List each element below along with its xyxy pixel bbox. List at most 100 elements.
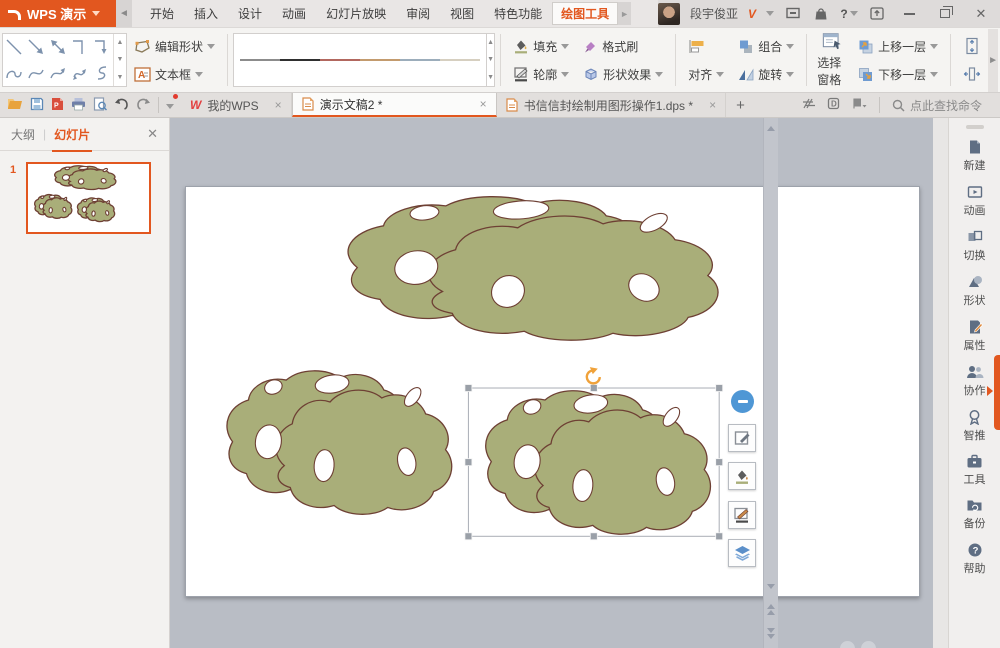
tab-special-features[interactable]: 特色功能 xyxy=(484,0,552,27)
customize-qat-chevron[interactable] xyxy=(166,98,174,112)
sidebar-item-collaborate[interactable]: 协作 xyxy=(949,358,1000,403)
tab-my-wps[interactable]: W 我的WPS × xyxy=(181,93,292,117)
skin-icon[interactable]: D xyxy=(827,97,840,113)
open-file-icon[interactable] xyxy=(7,97,23,113)
find-command-search[interactable]: 点此查找命令 xyxy=(892,97,992,114)
previous-slide-button[interactable] xyxy=(764,601,778,617)
line-style-swatch[interactable] xyxy=(360,59,400,61)
slide-editor-canvas[interactable] xyxy=(170,118,933,648)
scroll-down-button[interactable] xyxy=(764,578,778,594)
export-pdf-icon[interactable]: P xyxy=(51,97,64,114)
tab-insert[interactable]: 插入 xyxy=(184,0,228,27)
tab-drawing-tools[interactable]: 绘图工具 xyxy=(552,2,618,25)
align-icon-button[interactable] xyxy=(685,35,727,58)
user-avatar[interactable] xyxy=(658,3,680,25)
tab-view[interactable]: 视图 xyxy=(440,0,484,27)
sidebar-item-help[interactable]: ? 帮助 xyxy=(949,536,1000,581)
workspace-icon[interactable] xyxy=(802,97,815,113)
tab-design[interactable]: 设计 xyxy=(228,0,272,27)
ribbon-expand-chevron[interactable]: ► xyxy=(988,29,998,92)
selection-pane-button[interactable]: 选择窗格 xyxy=(812,32,851,88)
bring-forward-button[interactable]: 上移一层 xyxy=(855,35,941,58)
edit-shape-button[interactable]: 编辑形状 xyxy=(131,35,218,58)
shape-elbow-connector-icon[interactable] xyxy=(69,34,91,60)
scroll-up-button[interactable] xyxy=(764,120,778,136)
line-style-swatch[interactable] xyxy=(240,59,280,61)
shape-gallery-more-button[interactable]: ▼ xyxy=(114,69,126,86)
shape-arrow-icon[interactable] xyxy=(25,34,47,60)
shape-double-arrow-icon[interactable] xyxy=(47,34,69,60)
sidebar-item-animation[interactable]: 动画 xyxy=(949,178,1000,223)
close-tab-icon[interactable]: × xyxy=(709,98,716,112)
sidebar-handle[interactable] xyxy=(966,125,984,129)
user-name[interactable]: 段宇俊亚 xyxy=(690,5,738,22)
sidebar-item-tools[interactable]: 工具 xyxy=(949,448,1000,492)
line-gallery-down-button[interactable]: ▼ xyxy=(487,51,494,68)
shape-curve-connector-icon[interactable] xyxy=(3,60,25,86)
print-preview-icon[interactable] xyxy=(93,97,107,114)
help-icon[interactable]: ? xyxy=(840,6,858,22)
distribute-vertical-button[interactable] xyxy=(960,35,984,58)
line-style-swatch[interactable] xyxy=(280,59,320,61)
collapse-toolbar-button[interactable] xyxy=(731,390,754,413)
layout-options-icon[interactable] xyxy=(852,97,867,113)
save-icon[interactable] xyxy=(30,97,44,114)
user-menu-chevron-icon[interactable] xyxy=(766,11,774,16)
sidebar-item-shapes[interactable]: 形状 xyxy=(949,268,1000,313)
sidebar-item-transition[interactable]: 切换 xyxy=(949,223,1000,268)
line-gallery-more-button[interactable]: ▼ xyxy=(487,69,494,86)
cloud-shape-selected[interactable] xyxy=(486,391,711,534)
layer-order-button[interactable] xyxy=(728,539,756,567)
fill-color-button[interactable] xyxy=(728,462,756,490)
outline-color-button[interactable] xyxy=(728,501,756,529)
tab-letter-envelope-dps[interactable]: 书信信封绘制用图形操作1.dps * × xyxy=(497,93,726,117)
undo-icon[interactable] xyxy=(114,97,129,113)
line-style-swatch[interactable] xyxy=(320,59,360,61)
collapse-tabs-button[interactable]: ◄ xyxy=(116,0,132,27)
shape-gallery-up-button[interactable]: ▲ xyxy=(114,34,126,51)
slide-thumbnail-1[interactable] xyxy=(26,162,151,234)
sidebar-item-properties[interactable]: 属性 xyxy=(949,313,1000,358)
shape-curve-arrow-icon[interactable] xyxy=(47,60,69,86)
tab-review[interactable]: 审阅 xyxy=(396,0,440,27)
shape-gallery-down-button[interactable]: ▼ xyxy=(114,51,126,68)
shape-freeform-icon[interactable] xyxy=(91,60,113,86)
cloud-shape-top[interactable] xyxy=(348,197,718,340)
redo-icon[interactable] xyxy=(136,97,151,113)
line-style-swatch[interactable] xyxy=(440,59,480,61)
shape-line-icon[interactable] xyxy=(3,34,25,60)
close-tab-icon[interactable]: × xyxy=(480,97,487,111)
vertical-scrollbar[interactable] xyxy=(763,118,778,648)
tab-presentation2[interactable]: 演示文稿2 * × xyxy=(292,93,497,117)
restore-window-button[interactable] xyxy=(932,4,958,24)
shape-style-button[interactable] xyxy=(728,424,756,452)
shape-scribble-arrow-icon[interactable] xyxy=(69,60,91,86)
fill-button[interactable]: 填充 xyxy=(510,35,572,58)
close-panel-icon[interactable]: ✕ xyxy=(147,126,158,142)
close-button[interactable]: ✕ xyxy=(968,4,994,24)
tab-animation[interactable]: 动画 xyxy=(272,0,316,27)
group-button[interactable]: 组合 xyxy=(735,35,797,58)
shape-curve-icon[interactable] xyxy=(25,60,47,86)
message-icon[interactable] xyxy=(784,6,802,22)
sidebar-item-new[interactable]: 新建 xyxy=(949,133,1000,178)
sidebar-scroll-indicator[interactable] xyxy=(994,355,1000,430)
restore-ribbon-icon[interactable] xyxy=(868,6,886,22)
distribute-horizontal-button[interactable] xyxy=(960,63,984,86)
tab-outline-view[interactable]: 大纲 xyxy=(11,126,35,143)
sidebar-item-smart-recommend[interactable]: 智推 xyxy=(949,403,1000,448)
next-slide-button[interactable] xyxy=(764,625,778,641)
tab-slideshow[interactable]: 幻灯片放映 xyxy=(316,0,396,27)
shape-effects-button[interactable]: 形状效果 xyxy=(580,63,666,86)
send-backward-button[interactable]: 下移一层 xyxy=(855,63,941,86)
slide-page[interactable] xyxy=(185,186,920,597)
new-tab-button[interactable]: + xyxy=(726,93,755,117)
chevron-right-icon[interactable]: ► xyxy=(618,2,631,25)
close-tab-icon[interactable]: × xyxy=(275,98,282,112)
minimize-button[interactable] xyxy=(896,4,922,24)
line-gallery-up-button[interactable]: ▲ xyxy=(487,34,494,51)
tab-slides-view[interactable]: 幻灯片 xyxy=(54,126,90,143)
print-icon[interactable] xyxy=(71,97,86,114)
outline-button[interactable]: 轮廓 xyxy=(510,63,572,86)
page-dot[interactable] xyxy=(861,641,876,648)
